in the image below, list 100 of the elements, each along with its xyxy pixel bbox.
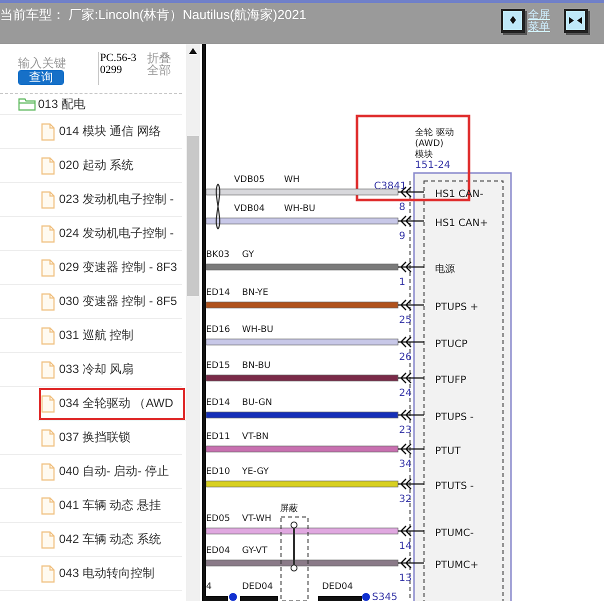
wire-color-code: BN-YE <box>242 288 268 298</box>
splice-dot <box>229 593 237 601</box>
pin-signal-label: PTUMC- <box>435 528 474 539</box>
pin-number: 9 <box>399 231 406 242</box>
wire-color-code: VT-WH <box>242 514 272 524</box>
splice-label: S345 <box>372 592 398 601</box>
document-icon <box>41 394 55 412</box>
twisted-pair-icon <box>216 183 220 230</box>
tree-item[interactable]: 033 冷却 风扇 <box>0 353 182 387</box>
circuit-label: ED11 <box>206 432 230 442</box>
circuit-label: ED14 <box>206 288 230 298</box>
pin-number: 26 <box>399 352 412 363</box>
circuit-label: DED04 <box>322 582 353 592</box>
wire-color-code: WH-BU <box>242 325 274 335</box>
fullscreen-icon[interactable] <box>501 9 525 33</box>
circuit-label: ED10 <box>206 467 230 477</box>
circuit-label: ED04 <box>206 546 230 556</box>
tree-item[interactable]: 029 变速器 控制 - 8F3 <box>0 251 182 285</box>
wire-color-code: WH-BU <box>284 204 316 214</box>
shield-label: 屏蔽 <box>280 504 298 514</box>
pin-signal-label: PTUTS - <box>435 481 474 492</box>
pin-arrow-icon <box>397 215 425 227</box>
pin-number: 1 <box>399 277 406 288</box>
splice-dot <box>362 593 370 601</box>
pin-signal-label: PTUFP <box>435 375 466 386</box>
circuit-label: DED04 <box>242 582 273 592</box>
pin-arrow-icon <box>397 443 425 455</box>
circuit-label: ED14 <box>206 398 230 408</box>
pin-number: 13 <box>399 573 412 584</box>
tree-item[interactable]: 020 起动 系统 <box>0 149 182 183</box>
circuit-label: ED15 <box>206 361 230 371</box>
document-icon <box>41 292 55 310</box>
pin-arrow-icon <box>397 525 425 537</box>
pin-arrow-icon <box>397 299 425 311</box>
pin-number: 24 <box>399 388 412 399</box>
shield-twist-icon <box>290 522 298 572</box>
tree-item[interactable]: 043 电动转向控制 <box>0 557 182 591</box>
document-icon <box>41 564 55 582</box>
document-icon <box>41 326 55 344</box>
connector-label: C3841 <box>374 181 406 192</box>
circuit-label: VDB05 <box>234 175 265 185</box>
pin-arrow-icon <box>397 557 425 569</box>
tree-folder[interactable]: 013 配电 <box>0 94 182 115</box>
wire-color-code: VT-BN <box>242 432 269 442</box>
tree-item[interactable]: 030 变速器 控制 - 8F5 <box>0 285 182 319</box>
document-icon <box>41 496 55 514</box>
code-field[interactable]: PC.56-30299 <box>98 52 141 85</box>
document-icon <box>41 360 55 378</box>
tree-item[interactable]: 040 自动- 启动- 停止 <box>0 455 182 489</box>
tree-item[interactable]: 041 车辆 动态 悬挂 <box>0 489 182 523</box>
tree-item[interactable]: 014 模块 通信 网络 <box>0 115 182 149</box>
pin-arrow-icon <box>397 372 425 384</box>
tree-item[interactable]: 024 发动机电子控制 - <box>0 217 182 251</box>
pin-signal-label: PTUPS + <box>435 302 478 313</box>
wire-color-code: GY <box>242 250 254 260</box>
document-icon <box>41 428 55 446</box>
pin-arrow-icon <box>397 261 425 273</box>
wire <box>206 596 228 601</box>
document-icon <box>41 258 55 276</box>
wire-color-code: BN-BU <box>242 361 271 371</box>
wire <box>240 596 278 601</box>
wire <box>318 596 362 601</box>
wire-color-code: WH <box>284 175 300 185</box>
document-icon <box>41 224 55 242</box>
wire-color-code: GY-VT <box>242 546 268 556</box>
document-icon <box>41 190 55 208</box>
document-icon <box>41 122 55 140</box>
pin-number: 14 <box>399 541 412 552</box>
circuit-label: BK03 <box>206 250 230 260</box>
tree-item[interactable]: 037 换挡联锁 <box>0 421 182 455</box>
tree-item[interactable]: 031 巡航 控制 <box>0 319 182 353</box>
pin-signal-label: PTUCP <box>435 339 468 350</box>
pin-arrow-icon <box>397 478 425 490</box>
folder-icon <box>18 97 36 111</box>
pin-number: 25 <box>399 315 412 326</box>
scrollbar-thumb[interactable] <box>187 136 199 296</box>
pin-signal-label: PTUMC+ <box>435 560 478 571</box>
circuit-label: VDB04 <box>234 204 265 214</box>
module-page-number: 151-24 <box>415 160 450 171</box>
pin-arrow-icon <box>397 336 425 348</box>
wire-color-code: BU-GN <box>242 398 272 408</box>
document-icon <box>41 156 55 174</box>
tree-item[interactable]: 023 发动机电子控制 - <box>0 183 182 217</box>
pin-signal-label: PTUT <box>435 446 461 457</box>
pin-number: 23 <box>399 425 412 436</box>
circuit-label: ED05 <box>206 514 230 524</box>
pin-signal-label: HS1 CAN+ <box>435 218 488 229</box>
document-icon <box>41 530 55 548</box>
pin-number: 32 <box>399 494 412 505</box>
pin-number: 34 <box>399 459 412 470</box>
pin-arrow-icon <box>397 409 425 421</box>
query-button[interactable]: 查询 <box>18 70 64 85</box>
circuit-label: 4 <box>206 582 212 592</box>
vehicle-title: 当前车型： 厂家:Lincoln(林肯）Nautilus(航海家)2021 <box>0 6 306 24</box>
tree-item[interactable]: 034 全轮驱动 （AWD <box>38 387 186 421</box>
pin-number: 8 <box>399 202 406 213</box>
circuit-label: ED16 <box>206 325 230 335</box>
split-view-icon[interactable] <box>564 9 588 33</box>
tree-item[interactable]: 042 车辆 动态 系统 <box>0 523 182 557</box>
pin-signal-label: PTUPS - <box>435 412 474 423</box>
